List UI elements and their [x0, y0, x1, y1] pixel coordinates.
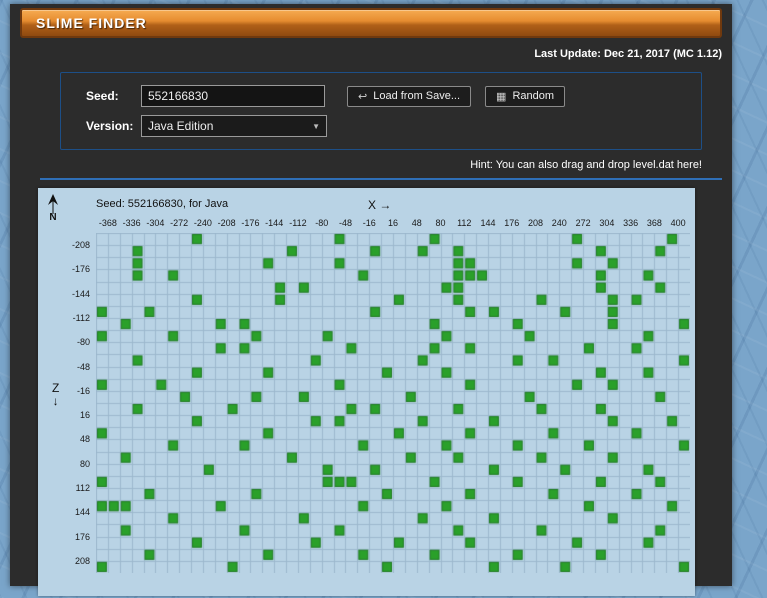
load-from-save-icon: ↩	[358, 90, 368, 103]
x-tick-label: 16	[387, 218, 399, 228]
version-label: Version:	[86, 119, 134, 133]
x-tick-label: -208	[217, 218, 236, 228]
last-update-text: Last Update: Dec 21, 2017 (MC 1.12)	[534, 48, 722, 60]
x-tick-label: -336	[122, 218, 141, 228]
x-tick-label: 304	[599, 218, 615, 228]
load-from-save-label: Load from Save...	[373, 90, 461, 102]
z-tick-label: 144	[74, 507, 90, 518]
x-axis-title: X →	[368, 198, 392, 212]
z-tick-label: -176	[71, 264, 90, 275]
x-tick-label: -80	[315, 218, 329, 228]
chevron-down-icon: ▼	[312, 121, 320, 131]
x-tick-label: -240	[193, 218, 212, 228]
random-dice-icon: ▦	[496, 90, 507, 103]
hint-text: Hint: You can also drag and drop level.d…	[470, 159, 702, 171]
z-tick-label: -80	[76, 337, 90, 348]
seed-input[interactable]	[141, 85, 325, 107]
random-label: Random	[512, 90, 555, 102]
x-tick-label: 240	[551, 218, 567, 228]
version-select[interactable]: Java Edition ▼	[141, 115, 327, 137]
x-tick-label: -304	[146, 218, 165, 228]
app-title-bar: SLIME FINDER	[20, 8, 722, 38]
app-title: SLIME FINDER	[36, 15, 147, 31]
app-panel: SLIME FINDER Last Update: Dec 21, 2017 (…	[10, 4, 732, 596]
z-tick-label: -48	[76, 361, 90, 372]
x-tick-label: 272	[575, 218, 591, 228]
z-tick-label: 112	[75, 483, 90, 493]
x-tick-label: -112	[289, 218, 307, 228]
z-axis-title: Z ↓	[52, 382, 59, 408]
compass-letter: N	[49, 212, 57, 223]
z-tick-label: -144	[71, 288, 90, 299]
z-tick-label: 48	[79, 434, 90, 445]
z-tick-label: 176	[74, 531, 90, 542]
seed-label: Seed:	[86, 89, 119, 103]
x-tick-label: -272	[170, 218, 189, 228]
x-tick-label: 336	[623, 218, 639, 228]
x-tick-label: 368	[646, 218, 662, 228]
version-row: Version: Java Edition ▼	[86, 115, 701, 137]
map-seed-caption: Seed: 552166830, for Java	[96, 198, 229, 210]
x-tick-label: -176	[241, 218, 260, 228]
x-tick-label: -48	[338, 218, 352, 228]
x-tick-label: 112	[457, 218, 472, 228]
seed-row: Seed: ↩ Load from Save... ▦ Random	[86, 85, 701, 107]
z-tick-label: 208	[74, 555, 90, 566]
random-button[interactable]: ▦ Random	[485, 85, 566, 107]
z-tick-label: 16	[79, 410, 90, 421]
x-tick-label: 400	[670, 218, 686, 228]
z-axis-arrow-icon: ↓	[52, 394, 59, 408]
page-background: SLIME FINDER Last Update: Dec 21, 2017 (…	[0, 0, 767, 598]
z-tick-label: -208	[71, 240, 90, 251]
z-tick-label: -112	[72, 313, 90, 323]
x-tick-label: 48	[411, 218, 422, 228]
divider	[40, 178, 722, 180]
slime-map-canvas[interactable]	[96, 233, 690, 573]
load-from-save-button[interactable]: ↩ Load from Save...	[347, 85, 472, 107]
x-tick-label: 80	[435, 218, 446, 228]
version-value: Java Edition	[148, 119, 214, 133]
x-tick-label: 144	[480, 218, 496, 228]
slime-map-panel: N Seed: 552166830, for Java X → Z ↓ -368…	[38, 188, 695, 596]
x-tick-label: -144	[265, 218, 284, 228]
x-tick-label: -368	[98, 218, 117, 228]
x-tick-label: 176	[504, 218, 520, 228]
compass-north-icon: N	[46, 194, 60, 223]
seed-form: Seed: ↩ Load from Save... ▦ Random Versi…	[60, 72, 702, 150]
z-tick-label: 80	[79, 458, 90, 469]
z-tick-label: -16	[76, 385, 90, 396]
x-tick-label: 208	[528, 218, 544, 228]
x-tick-label: -16	[362, 218, 376, 228]
